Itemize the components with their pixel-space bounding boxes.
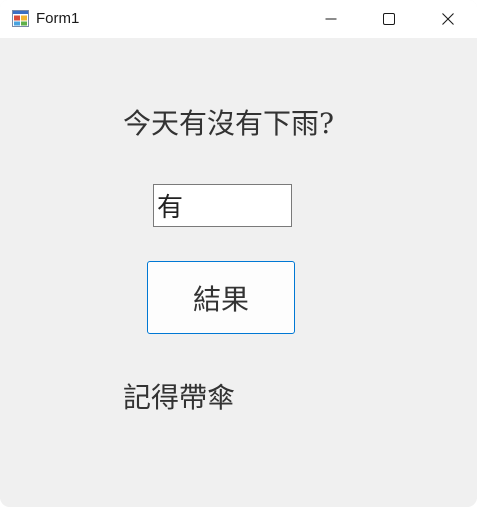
minimize-button[interactable] bbox=[302, 0, 360, 38]
window-title: Form1 bbox=[36, 10, 80, 27]
maximize-icon bbox=[383, 13, 395, 25]
app-icon[interactable] bbox=[12, 10, 29, 27]
close-icon bbox=[442, 13, 454, 25]
title-bar[interactable]: Form1 bbox=[0, 0, 477, 38]
close-button[interactable] bbox=[419, 0, 477, 38]
app-window: Form1 今天有沒有下雨? 結果 記得帶傘 bbox=[0, 0, 477, 507]
result-button[interactable]: 結果 bbox=[147, 261, 295, 334]
question-label: 今天有沒有下雨? bbox=[123, 107, 335, 140]
maximize-button[interactable] bbox=[360, 0, 418, 38]
minimize-icon bbox=[325, 18, 337, 20]
answer-input[interactable] bbox=[153, 184, 292, 227]
result-label: 記得帶傘 bbox=[123, 381, 236, 414]
form-client-area: 今天有沒有下雨? 結果 記得帶傘 bbox=[0, 38, 477, 507]
